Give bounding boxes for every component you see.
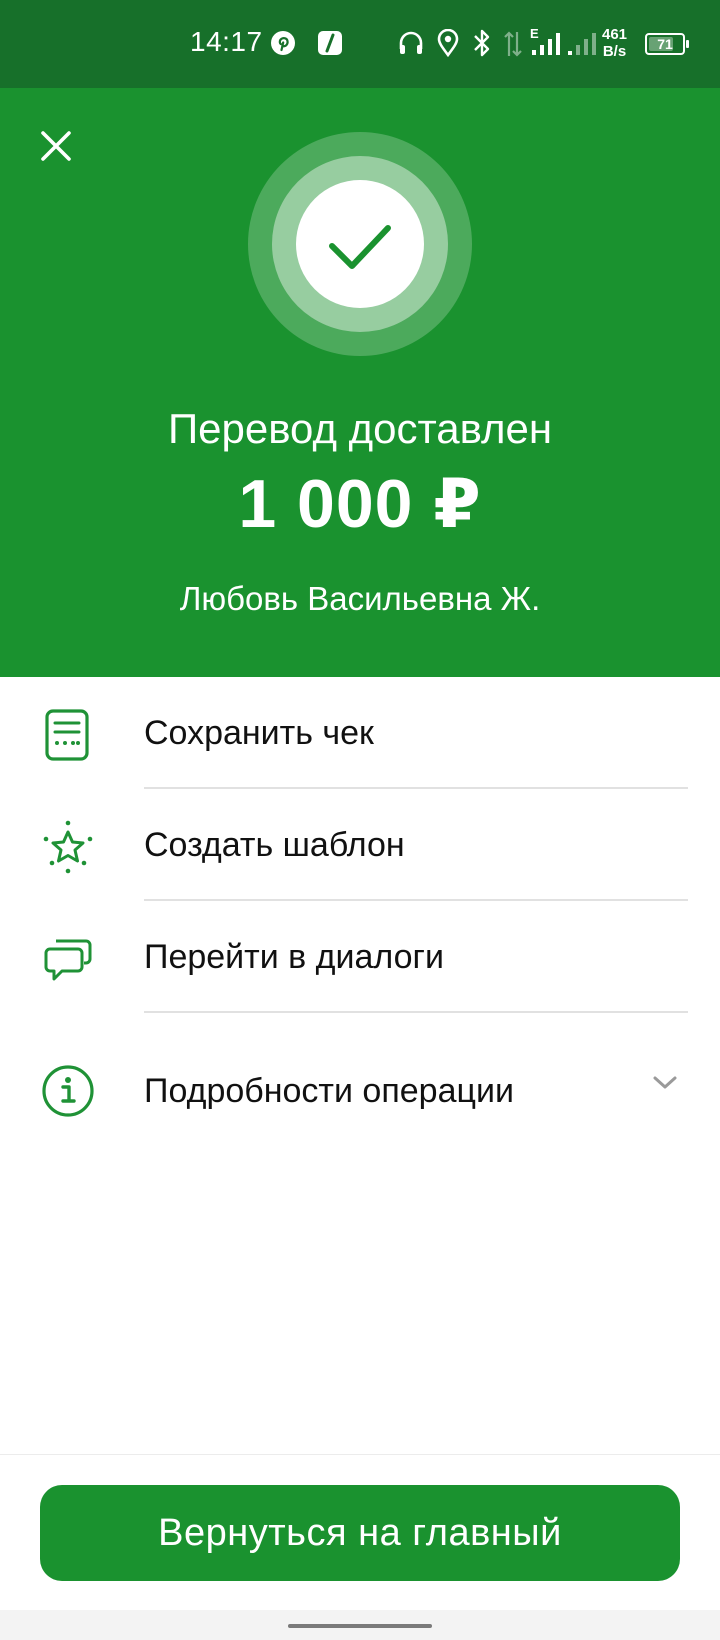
info-icon [40, 1063, 96, 1119]
home-indicator[interactable] [288, 1624, 432, 1628]
operation-details-label: Подробности операции [144, 1072, 514, 1110]
bluetooth-icon [472, 28, 492, 63]
chevron-down-icon[interactable] [652, 1073, 678, 1093]
chat-icon [40, 931, 96, 987]
transfer-amount: 1 000 ₽ [238, 466, 482, 542]
location-icon [436, 28, 460, 62]
close-button[interactable] [36, 126, 76, 166]
footer: Вернуться на главный [0, 1454, 720, 1610]
data-arrows-icon [504, 30, 522, 63]
svg-text:E: E [530, 26, 539, 41]
signal-icon: E [530, 26, 566, 63]
success-indicator [248, 132, 472, 356]
navigation-bar [0, 1610, 720, 1640]
receipt-icon [40, 707, 96, 763]
network-speed-unit: B/s [602, 43, 627, 60]
save-receipt-label: Сохранить чек [144, 714, 374, 752]
signal-icon-2 [568, 26, 600, 63]
close-icon [41, 131, 71, 161]
recipient-name: Любовь Васильевна Ж. [179, 580, 541, 617]
operation-details-toggle[interactable]: Подробности операции [0, 1013, 720, 1143]
battery-level: 71 [657, 36, 673, 52]
create-template-button[interactable]: Создать шаблон [0, 789, 720, 901]
action-list: Сохранить чек Создать шаблон Перейти в д… [0, 677, 720, 1143]
return-home-button[interactable]: Вернуться на главный [40, 1485, 680, 1581]
network-speed-value: 461 [602, 26, 628, 43]
page-title: Перевод доставлен [167, 405, 553, 452]
status-bar: 14:17 E 461 B/s 71 [0, 0, 720, 88]
pinterest-icon [270, 30, 296, 61]
app-slash-icon [318, 31, 342, 60]
battery-icon: 71 [645, 33, 689, 55]
headphones-icon [398, 30, 424, 61]
network-speed: 461 B/s [602, 26, 627, 60]
save-receipt-button[interactable]: Сохранить чек [0, 677, 720, 789]
create-template-label: Создать шаблон [144, 826, 405, 864]
star-icon [40, 819, 96, 875]
success-header: Перевод доставлен 1 000 ₽ Любовь Василье… [0, 88, 720, 677]
status-time: 14:17 [190, 26, 263, 57]
open-dialogs-button[interactable]: Перейти в диалоги [0, 901, 720, 1013]
open-dialogs-label: Перейти в диалоги [144, 938, 444, 976]
